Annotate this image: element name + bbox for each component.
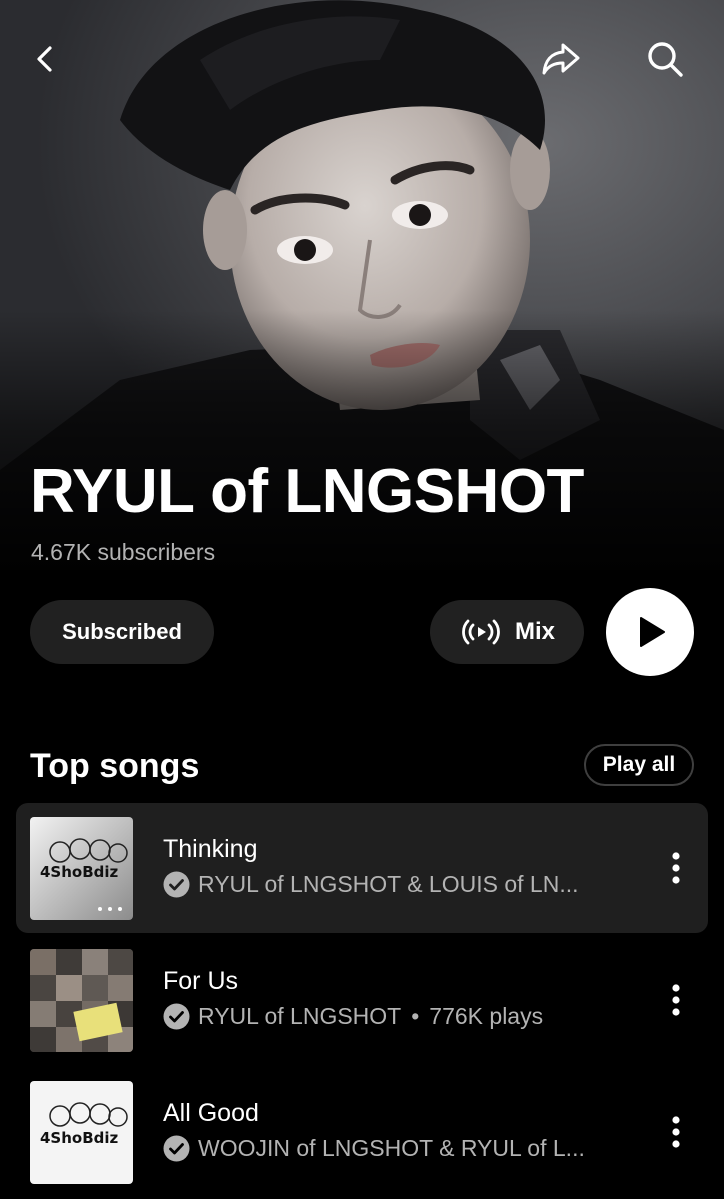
song-meta: WOOJIN of LNGSHOT & RYUL of L... xyxy=(163,1133,643,1163)
artist-name: RYUL of LNGSHOT xyxy=(30,457,584,526)
play-icon xyxy=(640,617,665,647)
svg-text:4ShoBdiz: 4ShoBdiz xyxy=(40,863,119,881)
svg-text:4ShoBdiz: 4ShoBdiz xyxy=(40,1129,119,1147)
song-meta: RYUL of LNGSHOT & LOUIS of LN... xyxy=(163,869,643,899)
radio-broadcast-icon xyxy=(462,619,500,645)
song-meta: RYUL of LNGSHOT • 776K plays xyxy=(163,1001,643,1031)
verified-check-icon xyxy=(163,1003,190,1029)
more-vertical-icon xyxy=(672,984,680,1016)
more-options-button[interactable] xyxy=(660,843,692,893)
mix-label: Mix xyxy=(514,618,555,645)
chevron-left-icon xyxy=(37,46,52,72)
share-arrow-icon xyxy=(542,43,580,75)
song-row-for-us[interactable]: For Us RYUL of LNGSHOT • 776K plays xyxy=(16,935,708,1065)
song-row-all-good[interactable]: 4ShoBdiz All Good WOOJIN of LNGSHOT & RY… xyxy=(16,1067,708,1197)
subscriber-count: 4.67K subscribers xyxy=(31,539,216,565)
meta-separator: • xyxy=(411,1003,420,1029)
song-title: All Good xyxy=(163,1099,259,1127)
album-thumbnail: 4ShoBdiz xyxy=(30,1081,133,1184)
subscribed-button[interactable]: Subscribed xyxy=(30,600,214,664)
share-button[interactable] xyxy=(536,34,586,84)
song-artist: RYUL of LNGSHOT & LOUIS of LN... xyxy=(198,871,579,897)
play-button[interactable] xyxy=(606,588,694,676)
top-songs-heading: Top songs xyxy=(30,747,200,785)
more-options-button[interactable] xyxy=(660,975,692,1025)
album-thumbnail xyxy=(30,949,133,1052)
song-artist: WOOJIN of LNGSHOT & RYUL of L... xyxy=(198,1135,585,1161)
hero-gradient-overlay xyxy=(0,310,724,570)
verified-check-icon xyxy=(163,1135,190,1161)
more-vertical-icon xyxy=(672,852,680,884)
song-title: For Us xyxy=(163,967,238,995)
back-button[interactable] xyxy=(20,34,70,84)
song-plays: 776K plays xyxy=(429,1003,544,1029)
search-icon xyxy=(648,42,683,77)
album-thumbnail: 4ShoBdiz xyxy=(30,817,133,920)
song-title: Thinking xyxy=(163,835,258,863)
play-all-button[interactable]: Play all xyxy=(584,744,694,786)
song-artist: RYUL of LNGSHOT xyxy=(198,1003,402,1029)
song-row-thinking[interactable]: 4ShoBdiz Thinking RYUL of LNGSHOT & LOUI… xyxy=(16,803,708,933)
more-options-button[interactable] xyxy=(660,1107,692,1157)
verified-check-icon xyxy=(163,871,190,897)
album-art-4shobdiz: 4ShoBdiz xyxy=(30,1081,133,1184)
play-all-label: Play all xyxy=(602,753,676,776)
album-art-collage xyxy=(30,949,133,1052)
album-art-4shobdiz: 4ShoBdiz xyxy=(30,817,133,920)
subscribed-label: Subscribed xyxy=(62,619,182,644)
more-vertical-icon xyxy=(672,1116,680,1148)
search-button[interactable] xyxy=(640,34,690,84)
mix-button[interactable]: Mix xyxy=(430,600,584,664)
